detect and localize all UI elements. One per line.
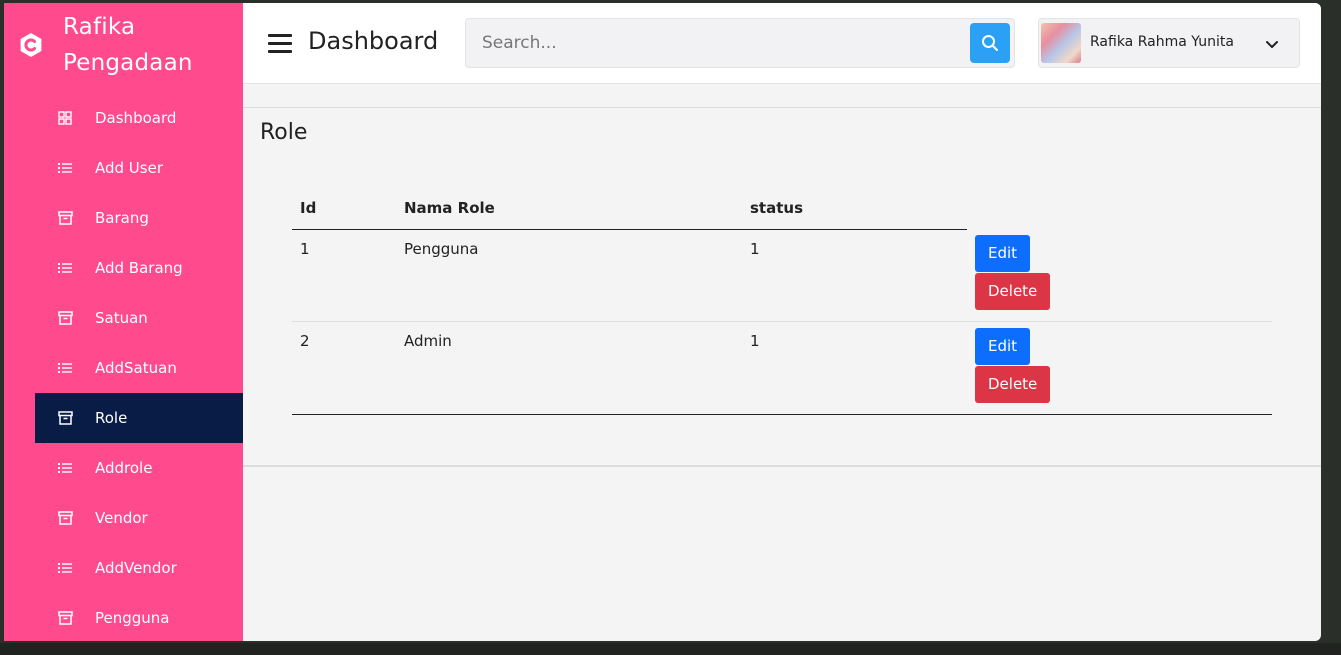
archive-icon [57,310,73,326]
brand-logo-icon [20,33,42,57]
cell-status: 1 [750,331,760,350]
edit-button[interactable]: Edit [975,235,1031,272]
column-header-nama-role: Nama Role [396,188,742,230]
grid-icon [57,110,73,126]
list-icon [57,560,73,576]
header-title: Dashboard [308,27,439,55]
top-header: Dashboard Rafika Rahma Yunita [243,3,1321,84]
sidebar-item-label: Add Barang [95,259,183,277]
list-icon [57,260,73,276]
column-header-status: status [742,188,967,230]
search-icon [982,35,998,51]
archive-icon [57,410,73,426]
sidebar-item-label: Barang [95,209,149,227]
sidebar-item-add-user[interactable]: Add User [35,143,243,193]
user-menu[interactable]: Rafika Rahma Yunita [1038,18,1300,68]
sidebar-item-label: AddVendor [95,559,177,577]
chevron-down-icon [1266,41,1278,48]
brand-name: Rafika Pengadaan [63,9,233,81]
table-row: 1 Pengguna 1 Edit Delete [292,229,1272,321]
brand-line-1: Rafika [63,14,136,40]
sidebar-item-satuan[interactable]: Satuan [35,293,243,343]
avatar [1041,23,1081,63]
role-table: Id Nama Role status 1 Pengguna 1 Edit De… [292,188,1272,415]
archive-icon [57,610,73,626]
sidebar-item-role[interactable]: Role [35,393,243,443]
search-bar [465,18,1015,68]
list-icon [57,160,73,176]
sidebar-item-label: Pengguna [95,609,170,627]
sidebar-item-label: Addrole [95,459,153,477]
list-icon [57,460,73,476]
edit-button[interactable]: Edit [975,327,1031,365]
sidebar: Rafika Pengadaan Dashboard Add User Bara… [4,3,243,641]
cell-actions: Edit Delete [967,229,1272,321]
sidebar-item-label: Add User [95,159,163,177]
sidebar-item-label: Satuan [95,309,148,327]
content-panel: Role Id Nama Role status 1 Pengguna 1 Ed… [243,107,1321,467]
sidebar-item-barang[interactable]: Barang [35,193,243,243]
delete-button[interactable]: Delete [975,365,1051,403]
sidebar-item-label: Vendor [95,509,148,527]
list-icon [57,360,73,376]
cell-id: 1 [300,239,310,258]
taskbar [0,643,1341,655]
search-button[interactable] [970,23,1010,63]
archive-icon [57,510,73,526]
cell-id: 2 [300,331,310,350]
sidebar-item-addvendor[interactable]: AddVendor [35,543,243,593]
column-header-id: Id [292,188,396,230]
brand[interactable]: Rafika Pengadaan [18,9,233,81]
sidebar-item-add-barang[interactable]: Add Barang [35,243,243,293]
sidebar-item-label: Dashboard [95,109,177,127]
search-input[interactable] [466,19,966,67]
desktop-edge [1327,0,1341,655]
sidebar-item-dashboard[interactable]: Dashboard [35,93,243,143]
archive-icon [57,210,73,226]
page-title: Role [260,120,308,145]
sidebar-item-label: Role [95,409,128,427]
cell-nama-role: Admin [404,331,452,350]
sidebar-item-addsatuan[interactable]: AddSatuan [35,343,243,393]
cell-status: 1 [750,239,760,258]
brand-line-2: Pengadaan [63,50,193,76]
browser-window: Rafika Pengadaan Dashboard Add User Bara… [4,3,1321,641]
column-header-actions [967,188,1272,229]
sidebar-nav: Dashboard Add User Barang Add Barang Sat… [35,93,243,641]
sidebar-item-label: AddSatuan [95,359,177,377]
sidebar-item-vendor[interactable]: Vendor [35,493,243,543]
sidebar-item-addrole[interactable]: Addrole [35,443,243,493]
user-name: Rafika Rahma Yunita [1090,34,1234,50]
sidebar-item-pengguna[interactable]: Pengguna [35,593,243,641]
cell-actions: Edit Delete [967,321,1272,414]
cell-nama-role: Pengguna [404,239,479,258]
table-row: 2 Admin 1 Edit Delete [292,321,1272,414]
table-header-row: Id Nama Role status [292,188,1272,230]
menu-toggle-icon[interactable] [268,34,292,54]
delete-button[interactable]: Delete [975,273,1051,310]
